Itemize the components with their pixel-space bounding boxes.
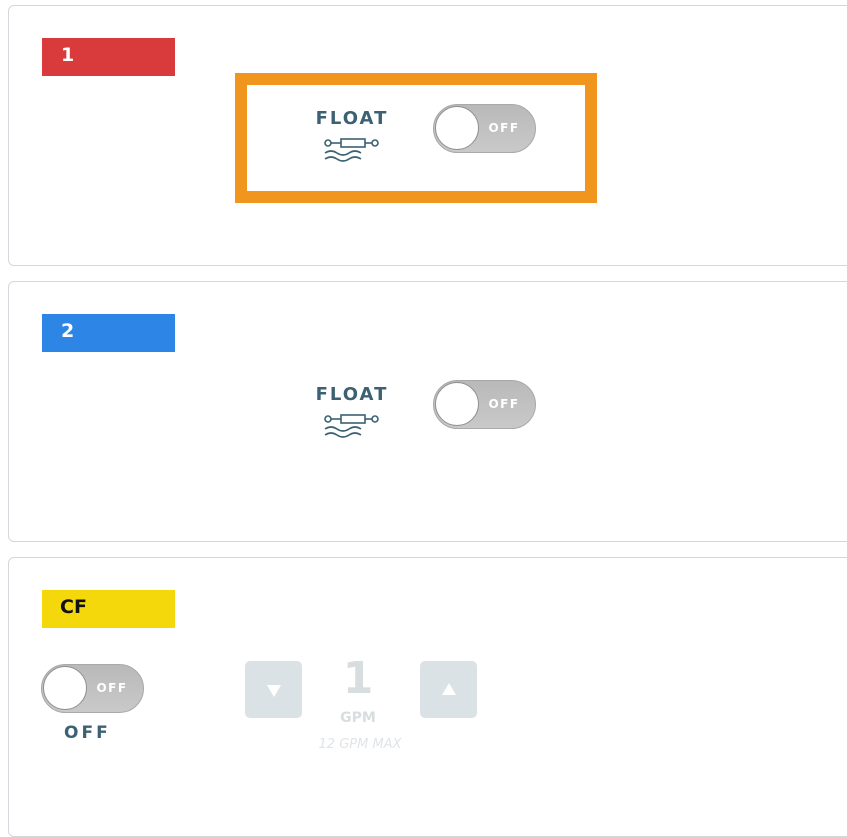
decrease-flow-button[interactable] xyxy=(245,661,302,718)
float-control-2: FLOAT xyxy=(312,383,392,438)
toggle-knob xyxy=(43,666,87,710)
section-card-2: 2 xyxy=(8,281,847,542)
cf-status-label: OFF xyxy=(64,723,111,743)
flow-max-text: 12 GPM MAX xyxy=(318,737,402,752)
float-label: FLOAT xyxy=(315,384,389,405)
highlight-box xyxy=(235,73,597,203)
section-badge-2: 2 xyxy=(42,314,175,352)
triangle-up-icon xyxy=(442,683,456,695)
flow-unit: GPM xyxy=(340,710,376,726)
flow-value: 1 xyxy=(342,653,374,704)
toggle-state-text: OFF xyxy=(96,681,128,695)
cf-toggle[interactable]: OFF xyxy=(41,664,144,713)
section-badge-1: 1 xyxy=(42,38,175,76)
toggle-state-text: OFF xyxy=(488,397,520,411)
float-toggle-2[interactable]: OFF xyxy=(433,380,536,429)
toggle-knob xyxy=(435,382,479,426)
section-badge-cf: CF xyxy=(42,590,175,628)
triangle-down-icon xyxy=(267,685,281,697)
float-cylinder-icon xyxy=(324,414,379,438)
increase-flow-button[interactable] xyxy=(420,661,477,718)
